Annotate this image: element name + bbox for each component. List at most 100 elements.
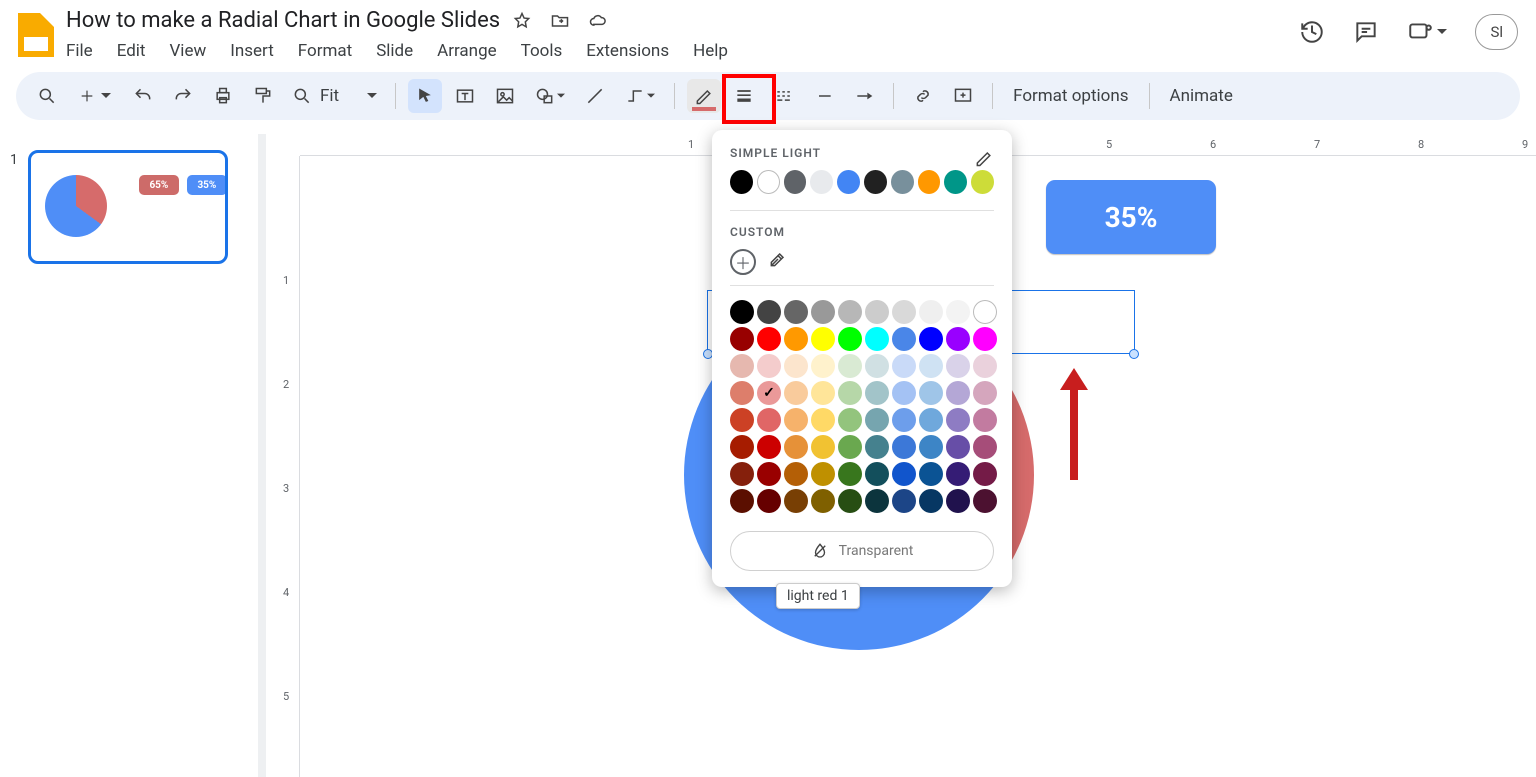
paint-format-icon[interactable]	[246, 79, 280, 113]
color-swatch[interactable]	[892, 381, 916, 405]
color-swatch[interactable]	[730, 462, 754, 486]
color-swatch[interactable]	[811, 300, 835, 324]
color-swatch[interactable]	[892, 489, 916, 513]
panel-divider[interactable]	[258, 134, 270, 777]
color-swatch[interactable]	[730, 408, 754, 432]
theme-swatch[interactable]	[837, 170, 860, 194]
chevron-down-icon[interactable]	[367, 86, 377, 106]
color-swatch[interactable]	[784, 327, 808, 351]
color-swatch[interactable]	[784, 381, 808, 405]
color-swatch[interactable]	[757, 435, 781, 459]
color-swatch[interactable]	[919, 489, 943, 513]
add-custom-color-icon[interactable]: ＋	[730, 249, 756, 275]
color-swatch[interactable]	[865, 327, 889, 351]
menu-file[interactable]: File	[66, 41, 93, 61]
color-swatch[interactable]	[919, 435, 943, 459]
color-swatch[interactable]	[730, 381, 754, 405]
menu-arrange[interactable]: Arrange	[437, 41, 496, 61]
zoom-select[interactable]: Fit	[320, 86, 339, 106]
color-swatch[interactable]	[946, 381, 970, 405]
color-swatch[interactable]	[811, 381, 835, 405]
menu-format[interactable]: Format	[298, 41, 352, 61]
color-swatch[interactable]	[973, 300, 997, 324]
app-icon[interactable]	[16, 8, 56, 62]
color-swatch[interactable]	[919, 300, 943, 324]
redo-icon[interactable]	[166, 79, 200, 113]
thumbnail-slide-1[interactable]: 65% 35%	[28, 150, 228, 264]
color-swatch[interactable]	[784, 354, 808, 378]
color-swatch[interactable]	[892, 408, 916, 432]
color-swatch[interactable]	[946, 435, 970, 459]
line-end-icon[interactable]	[847, 79, 881, 113]
theme-swatch[interactable]	[784, 170, 807, 194]
theme-swatch[interactable]	[864, 170, 887, 194]
color-swatch[interactable]	[757, 300, 781, 324]
color-swatch[interactable]	[784, 408, 808, 432]
menu-tools[interactable]: Tools	[521, 41, 563, 61]
color-swatch[interactable]	[892, 435, 916, 459]
color-swatch[interactable]	[784, 489, 808, 513]
color-swatch[interactable]	[784, 300, 808, 324]
color-swatch[interactable]	[919, 327, 943, 351]
star-icon[interactable]	[512, 11, 532, 31]
color-swatch[interactable]	[838, 408, 862, 432]
color-swatch[interactable]	[892, 462, 916, 486]
color-swatch[interactable]	[730, 435, 754, 459]
color-swatch[interactable]	[973, 462, 997, 486]
comment-add-icon[interactable]	[946, 79, 980, 113]
color-swatch[interactable]	[946, 327, 970, 351]
color-swatch[interactable]	[838, 354, 862, 378]
color-swatch[interactable]	[811, 327, 835, 351]
print-icon[interactable]	[206, 79, 240, 113]
color-swatch[interactable]	[865, 462, 889, 486]
color-swatch[interactable]	[973, 489, 997, 513]
color-swatch[interactable]	[757, 381, 781, 405]
color-swatch[interactable]	[973, 408, 997, 432]
color-swatch[interactable]	[973, 327, 997, 351]
connector-icon[interactable]	[618, 79, 662, 113]
color-swatch[interactable]	[757, 354, 781, 378]
border-weight-icon[interactable]	[727, 79, 761, 113]
theme-swatch[interactable]	[757, 170, 780, 194]
color-swatch[interactable]	[946, 354, 970, 378]
color-swatch[interactable]	[946, 408, 970, 432]
theme-swatch[interactable]	[918, 170, 941, 194]
theme-swatch[interactable]	[730, 170, 753, 194]
color-swatch[interactable]	[757, 408, 781, 432]
version-history-icon[interactable]	[1299, 19, 1325, 45]
menu-insert[interactable]: Insert	[230, 41, 274, 61]
color-swatch[interactable]	[892, 327, 916, 351]
menu-edit[interactable]: Edit	[117, 41, 146, 61]
move-to-folder-icon[interactable]	[550, 11, 570, 31]
select-tool-icon[interactable]	[408, 79, 442, 113]
color-swatch[interactable]	[865, 435, 889, 459]
present-icon[interactable]	[1407, 19, 1447, 45]
menu-help[interactable]: Help	[693, 41, 728, 61]
color-swatch[interactable]	[811, 462, 835, 486]
color-swatch[interactable]	[730, 300, 754, 324]
color-swatch[interactable]	[811, 354, 835, 378]
color-swatch[interactable]	[919, 408, 943, 432]
theme-swatch[interactable]	[810, 170, 833, 194]
color-swatch[interactable]	[892, 354, 916, 378]
theme-swatch[interactable]	[971, 170, 994, 194]
border-dash-icon[interactable]	[767, 79, 801, 113]
color-swatch[interactable]	[865, 381, 889, 405]
menu-extensions[interactable]: Extensions	[586, 41, 669, 61]
shape-icon[interactable]	[528, 79, 572, 113]
theme-swatch[interactable]	[944, 170, 967, 194]
color-swatch[interactable]	[919, 462, 943, 486]
search-menu-icon[interactable]	[30, 79, 64, 113]
color-swatch[interactable]	[838, 462, 862, 486]
comments-icon[interactable]	[1353, 19, 1379, 45]
color-swatch[interactable]	[784, 462, 808, 486]
callout-blue[interactable]: 35%	[1046, 180, 1216, 254]
transparent-button[interactable]: Transparent	[730, 531, 994, 571]
line-icon[interactable]	[578, 79, 612, 113]
color-swatch[interactable]	[892, 300, 916, 324]
new-slide-icon[interactable]	[70, 79, 120, 113]
color-swatch[interactable]	[973, 354, 997, 378]
eyedropper-icon[interactable]	[768, 249, 788, 275]
share-button[interactable]: Sl	[1475, 14, 1518, 50]
edit-theme-icon[interactable]	[974, 148, 994, 168]
